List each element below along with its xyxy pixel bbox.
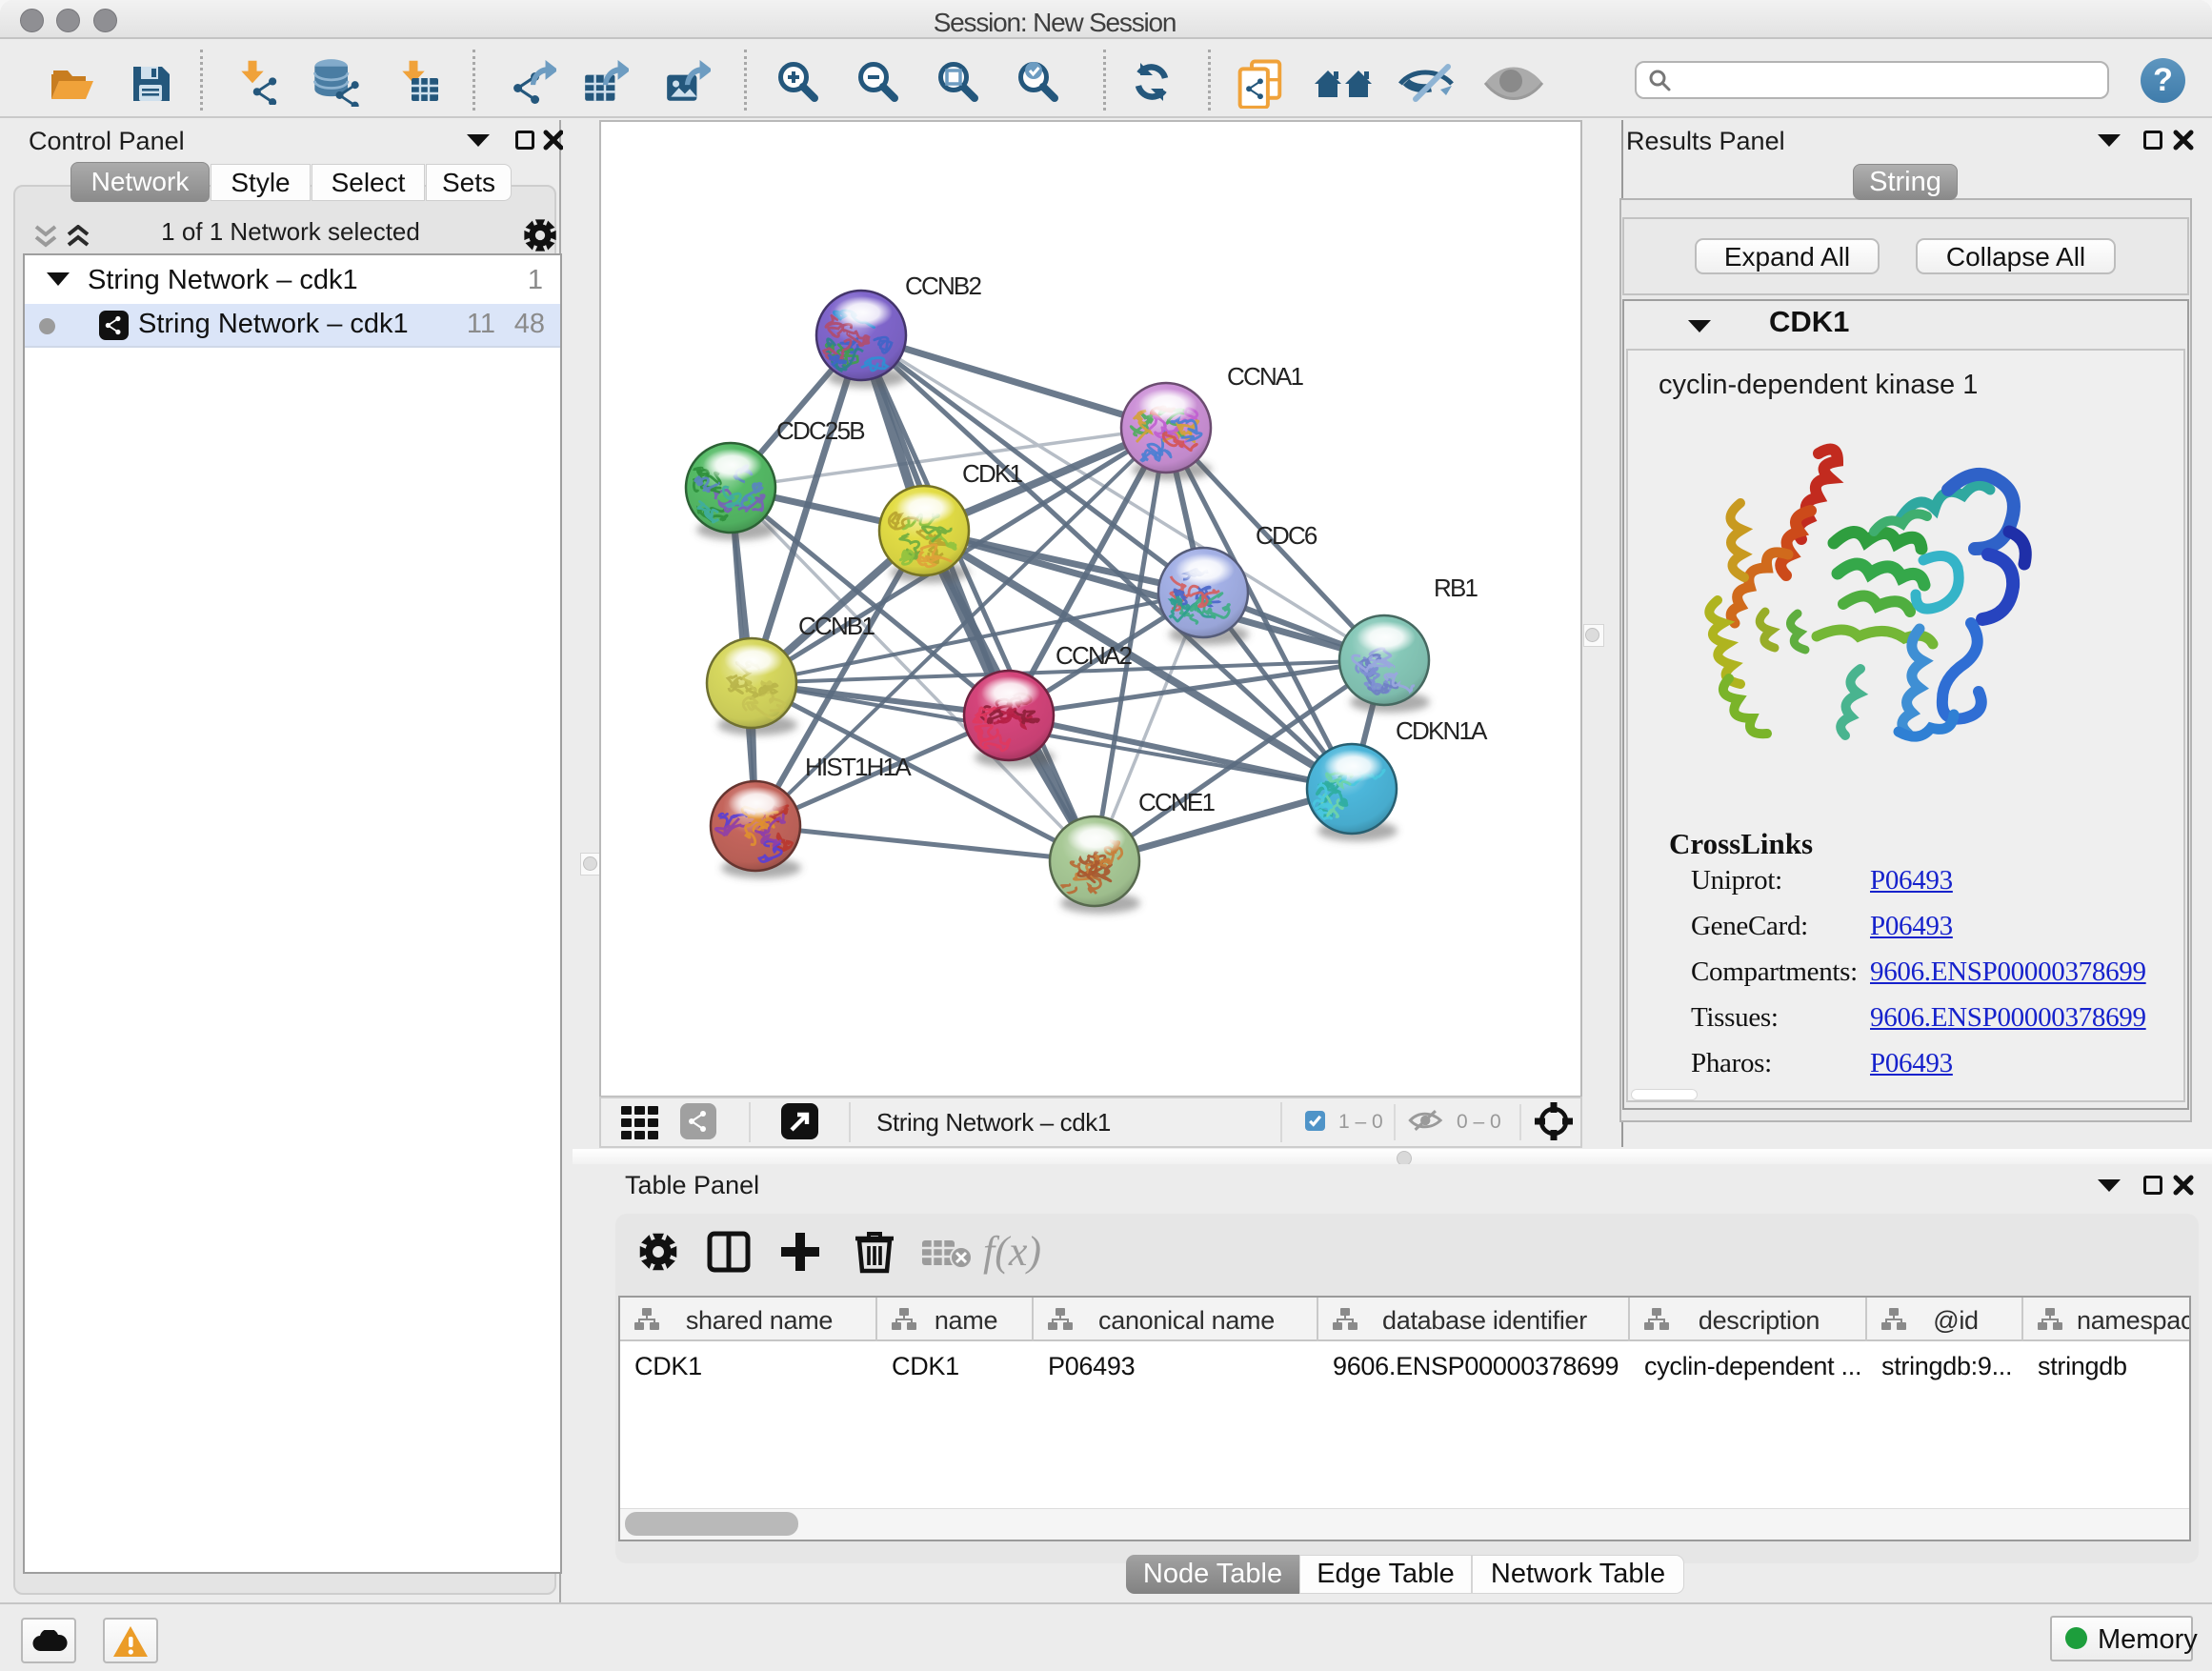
svg-text:CDK1: CDK1 [962, 459, 1022, 488]
svg-text:RB1: RB1 [1434, 574, 1478, 602]
svg-text:CCNE1: CCNE1 [1138, 788, 1215, 816]
svg-text:CCNA2: CCNA2 [1056, 641, 1132, 670]
svg-text:CCNA1: CCNA1 [1227, 362, 1303, 391]
svg-text:CDKN1A: CDKN1A [1396, 716, 1488, 745]
svg-text:CCNB1: CCNB1 [798, 612, 875, 640]
svg-text:HIST1H1A: HIST1H1A [805, 753, 912, 781]
svg-text:CDC25B: CDC25B [776, 416, 864, 445]
svg-text:CDC6: CDC6 [1256, 521, 1317, 550]
svg-text:CCNB2: CCNB2 [905, 272, 981, 300]
